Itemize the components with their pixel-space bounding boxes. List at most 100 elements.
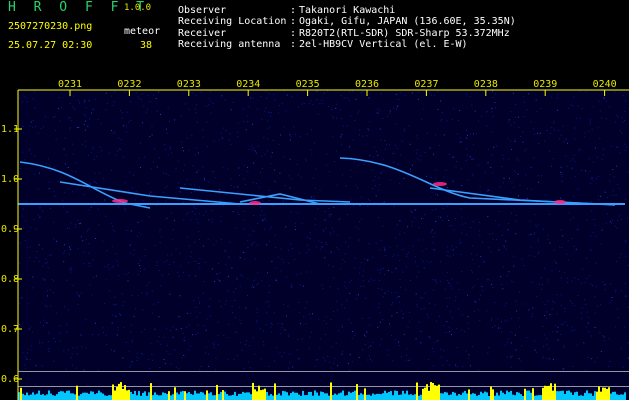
noise-speckle <box>164 363 166 365</box>
noise-speckle <box>546 130 548 132</box>
noise-speckle <box>114 230 116 232</box>
noise-speckle <box>373 146 375 148</box>
noise-speckle <box>623 326 625 328</box>
signal-bar <box>74 394 76 400</box>
noise-speckle <box>146 285 148 286</box>
noise-speckle <box>88 99 90 101</box>
noise-speckle <box>135 92 137 94</box>
noise-speckle <box>142 309 144 311</box>
noise-speckle <box>252 98 254 99</box>
noise-speckle <box>377 108 379 110</box>
noise-speckle <box>256 322 258 324</box>
noise-speckle <box>169 120 170 122</box>
noise-speckle <box>50 170 52 172</box>
noise-speckle <box>419 330 421 332</box>
noise-speckle <box>123 327 125 329</box>
noise-speckle <box>324 257 326 259</box>
noise-speckle <box>583 342 585 344</box>
noise-speckle <box>396 147 398 149</box>
noise-speckle <box>358 228 360 230</box>
signal-bar <box>76 385 78 400</box>
header-panel: H R O F F T 1.0.0 2507270230.png meteor … <box>0 0 629 58</box>
signal-bar <box>40 394 42 400</box>
noise-speckle <box>399 301 400 303</box>
noise-speckle <box>560 294 562 296</box>
noise-speckle <box>393 152 395 154</box>
signal-bar <box>498 395 500 400</box>
noise-speckle <box>387 354 389 356</box>
signal-bar <box>478 394 480 400</box>
signal-bar <box>570 392 572 400</box>
noise-speckle <box>118 313 120 314</box>
noise-speckle <box>286 276 288 278</box>
noise-speckle <box>108 268 110 270</box>
noise-speckle <box>122 111 123 113</box>
noise-speckle <box>78 100 80 102</box>
noise-speckle <box>77 304 79 305</box>
noise-speckle <box>547 300 549 302</box>
noise-speckle <box>375 151 377 153</box>
noise-speckle <box>243 228 245 230</box>
noise-speckle <box>24 356 26 358</box>
signal-bar <box>146 395 148 400</box>
noise-speckle <box>518 358 520 360</box>
noise-speckle <box>159 367 161 368</box>
signal-bar <box>380 394 382 400</box>
signal-bar <box>230 395 232 400</box>
noise-speckle <box>283 351 285 353</box>
noise-speckle <box>255 153 257 155</box>
noise-speckle <box>487 279 489 281</box>
noise-speckle <box>47 261 49 263</box>
noise-speckle <box>448 364 450 366</box>
noise-speckle <box>243 121 245 122</box>
noise-speckle <box>139 260 141 262</box>
signal-bar <box>206 390 208 400</box>
noise-speckle <box>160 285 162 287</box>
noise-speckle <box>344 307 346 309</box>
signal-bar <box>360 393 362 400</box>
noise-speckle <box>296 349 298 351</box>
noise-speckle <box>42 278 44 280</box>
noise-speckle <box>37 214 39 216</box>
noise-speckle <box>275 246 276 248</box>
noise-speckle <box>237 191 239 193</box>
noise-speckle <box>237 122 239 124</box>
noise-speckle <box>383 201 385 203</box>
noise-speckle <box>66 211 68 213</box>
noise-speckle <box>556 294 558 296</box>
noise-speckle <box>525 148 527 150</box>
noise-speckle <box>404 128 406 130</box>
noise-speckle <box>80 236 82 238</box>
noise-speckle <box>508 119 510 121</box>
noise-speckle <box>407 226 409 228</box>
noise-speckle <box>190 256 192 258</box>
noise-speckle <box>380 172 382 174</box>
noise-speckle <box>399 220 401 222</box>
noise-speckle <box>446 206 448 207</box>
noise-speckle <box>404 232 406 234</box>
noise-speckle <box>479 234 481 236</box>
noise-speckle <box>436 320 437 322</box>
signal-bar <box>484 391 486 400</box>
noise-speckle <box>209 315 211 317</box>
receiver-colon: : <box>290 28 297 39</box>
noise-speckle <box>595 235 597 237</box>
noise-speckle <box>423 217 425 219</box>
noise-speckle <box>342 350 343 352</box>
noise-speckle <box>359 221 360 223</box>
noise-speckle <box>343 285 345 287</box>
noise-speckle <box>547 238 549 240</box>
noise-speckle <box>59 325 61 327</box>
signal-bar <box>418 395 420 400</box>
noise-speckle <box>265 324 267 326</box>
noise-speckle <box>373 180 375 181</box>
noise-speckle <box>30 121 32 123</box>
noise-speckle <box>440 120 442 122</box>
noise-speckle <box>281 355 283 357</box>
x-tick-label: 0238 <box>473 79 498 90</box>
noise-speckle <box>101 150 102 152</box>
noise-speckle <box>209 91 211 93</box>
signal-bar <box>208 393 210 400</box>
noise-speckle <box>440 348 442 350</box>
noise-speckle <box>604 289 606 291</box>
